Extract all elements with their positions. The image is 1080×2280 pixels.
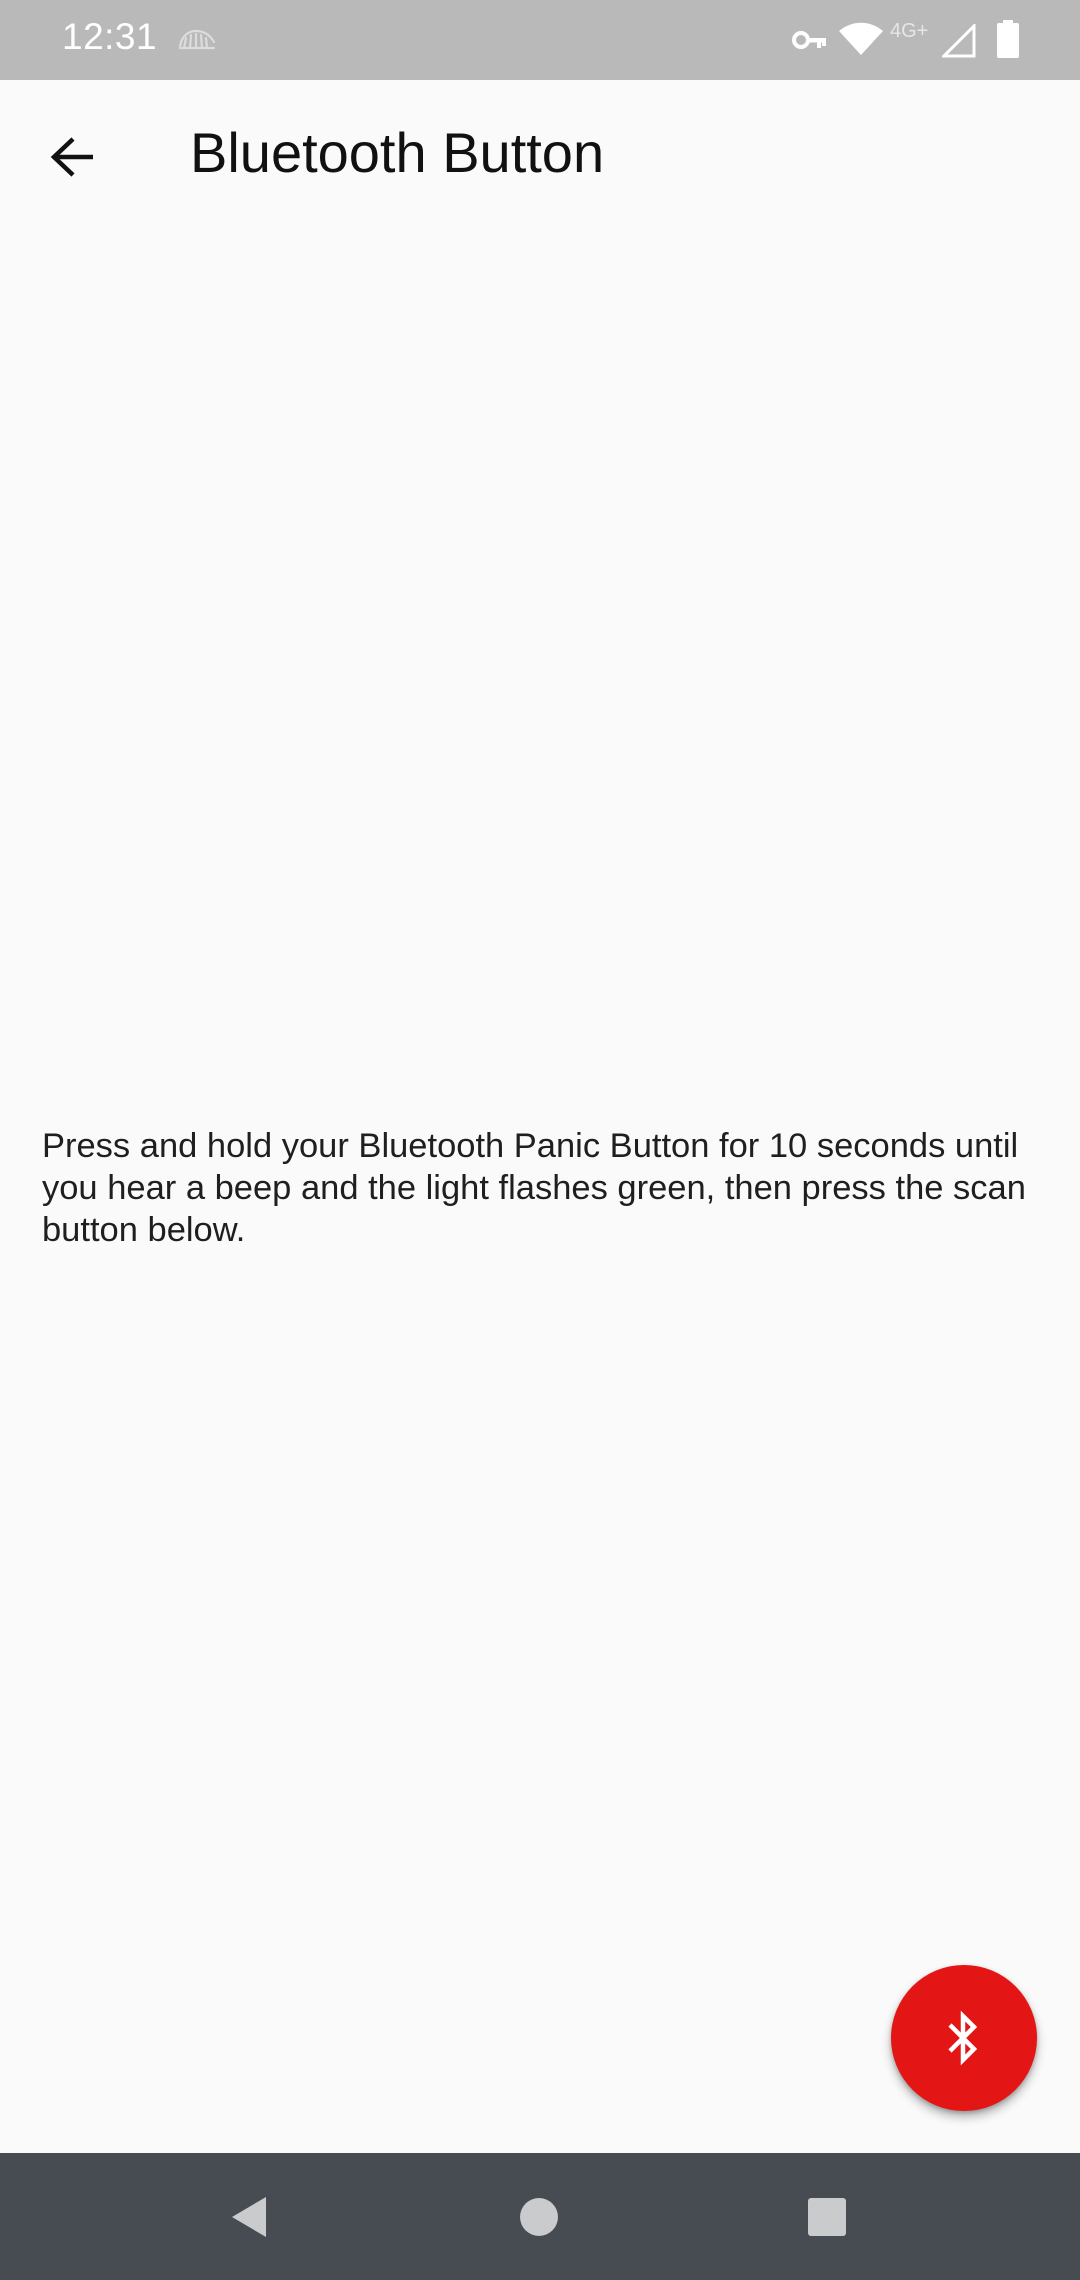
vpn-key-icon	[792, 31, 826, 49]
arrow-back-icon	[50, 137, 93, 177]
status-bar: 12:31 4G+	[0, 0, 1080, 80]
back-triangle-icon	[232, 2196, 266, 2237]
hand-wave-icon	[178, 29, 216, 50]
network-type-label: 4G+	[890, 20, 929, 42]
page-title: Bluetooth Button	[190, 121, 605, 184]
nav-home-button[interactable]	[459, 2153, 619, 2280]
signal-icon	[942, 24, 976, 58]
instructions-text: Press and hold your Bluetooth Panic Butt…	[42, 1127, 1026, 1249]
recents-square-icon	[808, 2197, 846, 2236]
home-circle-icon	[520, 2197, 558, 2236]
system-nav-bar	[0, 2153, 1080, 2280]
screen: 12:31 4G+ Bluetooth Button Press and hol…	[0, 0, 1080, 2280]
bluetooth-icon	[948, 2010, 978, 2066]
app-bar: Bluetooth Button	[0, 80, 1080, 228]
nav-back-button[interactable]	[170, 2153, 330, 2280]
nav-recents-button[interactable]	[747, 2153, 907, 2280]
back-button[interactable]	[30, 124, 116, 190]
wifi-icon	[839, 22, 883, 55]
scan-bluetooth-button[interactable]	[891, 1965, 1037, 2111]
battery-icon	[997, 20, 1019, 58]
status-time: 12:31	[62, 16, 158, 57]
